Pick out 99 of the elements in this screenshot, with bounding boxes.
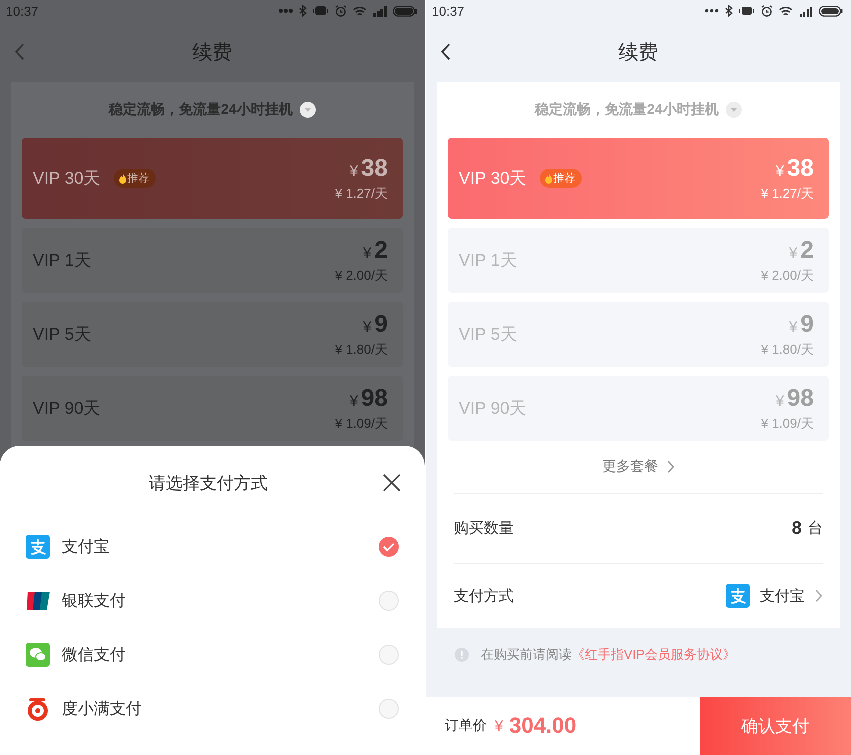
signal-icon bbox=[799, 6, 813, 16]
bluetooth-icon bbox=[299, 5, 307, 17]
ring-icon bbox=[26, 697, 50, 721]
battery-icon bbox=[393, 6, 417, 16]
tag-label: 推荐 bbox=[554, 172, 576, 186]
wifi-icon bbox=[353, 6, 367, 16]
option-label: 银联支付 bbox=[62, 592, 127, 612]
bank-card-icon bbox=[26, 589, 50, 613]
daily-price: ¥ 1.27/天 bbox=[761, 184, 814, 202]
currency-symbol: ¥ bbox=[350, 162, 358, 180]
currency-symbol: ¥ bbox=[350, 392, 358, 410]
check-icon bbox=[383, 542, 395, 552]
row-label: 支付方式 bbox=[454, 586, 514, 606]
order-total: 304.00 bbox=[509, 713, 577, 739]
plan-name: VIP 90天 bbox=[33, 398, 101, 420]
chevron-right-icon bbox=[666, 460, 674, 474]
status-time: 10:37 bbox=[6, 4, 39, 18]
plan-card[interactable]: VIP 5天 ¥9 ¥ 1.80/天 bbox=[448, 302, 829, 367]
alipay-icon bbox=[726, 584, 750, 608]
plan-price: 98 bbox=[787, 384, 814, 412]
vibrate-icon bbox=[739, 6, 755, 16]
tagline: 稳定流畅，免流量24小时挂机 bbox=[109, 101, 293, 119]
currency-symbol: ¥ bbox=[495, 718, 504, 734]
info-icon bbox=[455, 648, 469, 662]
currency-symbol: ¥ bbox=[363, 318, 372, 336]
dropdown-icon[interactable] bbox=[726, 102, 742, 118]
option-label: 微信支付 bbox=[62, 646, 127, 666]
plan-name: VIP 30天 bbox=[459, 168, 527, 190]
alipay-icon bbox=[26, 535, 50, 559]
currency-symbol: ¥ bbox=[776, 162, 784, 180]
page-title: 续费 bbox=[192, 40, 232, 66]
daily-price: ¥ 1.09/天 bbox=[335, 414, 388, 432]
more-dots-icon bbox=[705, 9, 719, 13]
plan-name: VIP 90天 bbox=[459, 398, 527, 420]
plan-name: VIP 5天 bbox=[459, 324, 518, 346]
plan-price: 9 bbox=[374, 310, 388, 338]
plan-name: VIP 1天 bbox=[459, 250, 518, 272]
dropdown-icon[interactable] bbox=[300, 102, 316, 118]
plan-name: VIP 1天 bbox=[33, 250, 92, 272]
chat-bubbles-icon bbox=[26, 643, 50, 667]
agreement-link[interactable]: 《红手指VIP会员服务协议》 bbox=[572, 647, 736, 662]
daily-price: ¥ 1.80/天 bbox=[335, 340, 388, 358]
quantity-value: 8 bbox=[792, 518, 802, 539]
flame-icon bbox=[118, 173, 127, 184]
back-icon[interactable] bbox=[441, 43, 451, 61]
currency-symbol: ¥ bbox=[789, 244, 798, 262]
payment-method-value[interactable]: 支付宝 bbox=[760, 586, 805, 606]
page-title: 续费 bbox=[618, 40, 658, 66]
plan-card[interactable]: VIP 1天 ¥2 ¥ 2.00/天 bbox=[448, 228, 829, 293]
payment-option[interactable]: 支付宝 bbox=[0, 520, 425, 574]
more-packages-link[interactable]: 更多套餐 bbox=[602, 458, 658, 476]
flame-icon bbox=[544, 173, 553, 184]
plan-card[interactable]: VIP 90天 ¥98 ¥ 1.09/天 bbox=[448, 376, 829, 441]
plan-price: 2 bbox=[374, 236, 388, 264]
tagline: 稳定流畅，免流量24小时挂机 bbox=[535, 101, 719, 119]
currency-symbol: ¥ bbox=[776, 392, 784, 410]
plan-card[interactable]: VIP 30天 推荐 ¥38 ¥ 1.27/天 bbox=[448, 138, 829, 219]
tag-label: 推荐 bbox=[128, 172, 150, 186]
order-price-label: 订单价 bbox=[445, 717, 487, 735]
row-label: 购买数量 bbox=[454, 519, 514, 538]
plan-price: 9 bbox=[800, 310, 814, 338]
bluetooth-icon bbox=[725, 5, 733, 17]
option-label: 支付宝 bbox=[62, 538, 111, 558]
alarm-icon bbox=[761, 5, 773, 17]
quantity-unit: 台 bbox=[808, 519, 823, 538]
currency-symbol: ¥ bbox=[789, 318, 798, 336]
plan-price: 2 bbox=[800, 236, 814, 264]
payment-option[interactable]: 银联支付 bbox=[0, 574, 425, 628]
plan-card[interactable]: VIP 1天 ¥2 ¥ 2.00/天 bbox=[22, 228, 403, 293]
plan-card[interactable]: VIP 90天 ¥98 ¥ 1.09/天 bbox=[22, 376, 403, 441]
plan-card[interactable]: VIP 30天 推荐 ¥38 ¥ 1.27/天 bbox=[22, 138, 403, 219]
signal-icon bbox=[373, 6, 387, 16]
radio-button[interactable] bbox=[379, 537, 399, 557]
plan-price: 38 bbox=[361, 154, 388, 182]
close-icon[interactable] bbox=[383, 474, 401, 492]
more-dots-icon bbox=[279, 9, 293, 13]
payment-option[interactable]: 度小满支付 bbox=[0, 682, 425, 736]
plan-price: 98 bbox=[361, 384, 388, 412]
agreement-note: 在购买前请阅读《红手指VIP会员服务协议》 bbox=[481, 646, 736, 664]
plan-name: VIP 30天 bbox=[33, 168, 101, 190]
daily-price: ¥ 1.27/天 bbox=[335, 184, 388, 202]
currency-symbol: ¥ bbox=[363, 244, 372, 262]
wifi-icon bbox=[779, 6, 793, 16]
plan-card[interactable]: VIP 5天 ¥9 ¥ 1.80/天 bbox=[22, 302, 403, 367]
sheet-title: 请选择支付方式 bbox=[149, 472, 268, 494]
daily-price: ¥ 1.09/天 bbox=[761, 414, 814, 432]
alarm-icon bbox=[335, 5, 347, 17]
plan-price: 38 bbox=[787, 154, 814, 182]
status-time: 10:37 bbox=[432, 4, 465, 18]
plan-name: VIP 5天 bbox=[33, 324, 92, 346]
vibrate-icon bbox=[313, 6, 329, 16]
daily-price: ¥ 2.00/天 bbox=[335, 266, 388, 284]
confirm-pay-button[interactable]: 确认支付 bbox=[700, 697, 851, 755]
daily-price: ¥ 2.00/天 bbox=[761, 266, 814, 284]
daily-price: ¥ 1.80/天 bbox=[761, 340, 814, 358]
chevron-right-icon bbox=[815, 589, 823, 603]
payment-option[interactable]: 微信支付 bbox=[0, 628, 425, 682]
battery-icon bbox=[819, 6, 843, 16]
option-label: 度小满支付 bbox=[62, 700, 143, 720]
